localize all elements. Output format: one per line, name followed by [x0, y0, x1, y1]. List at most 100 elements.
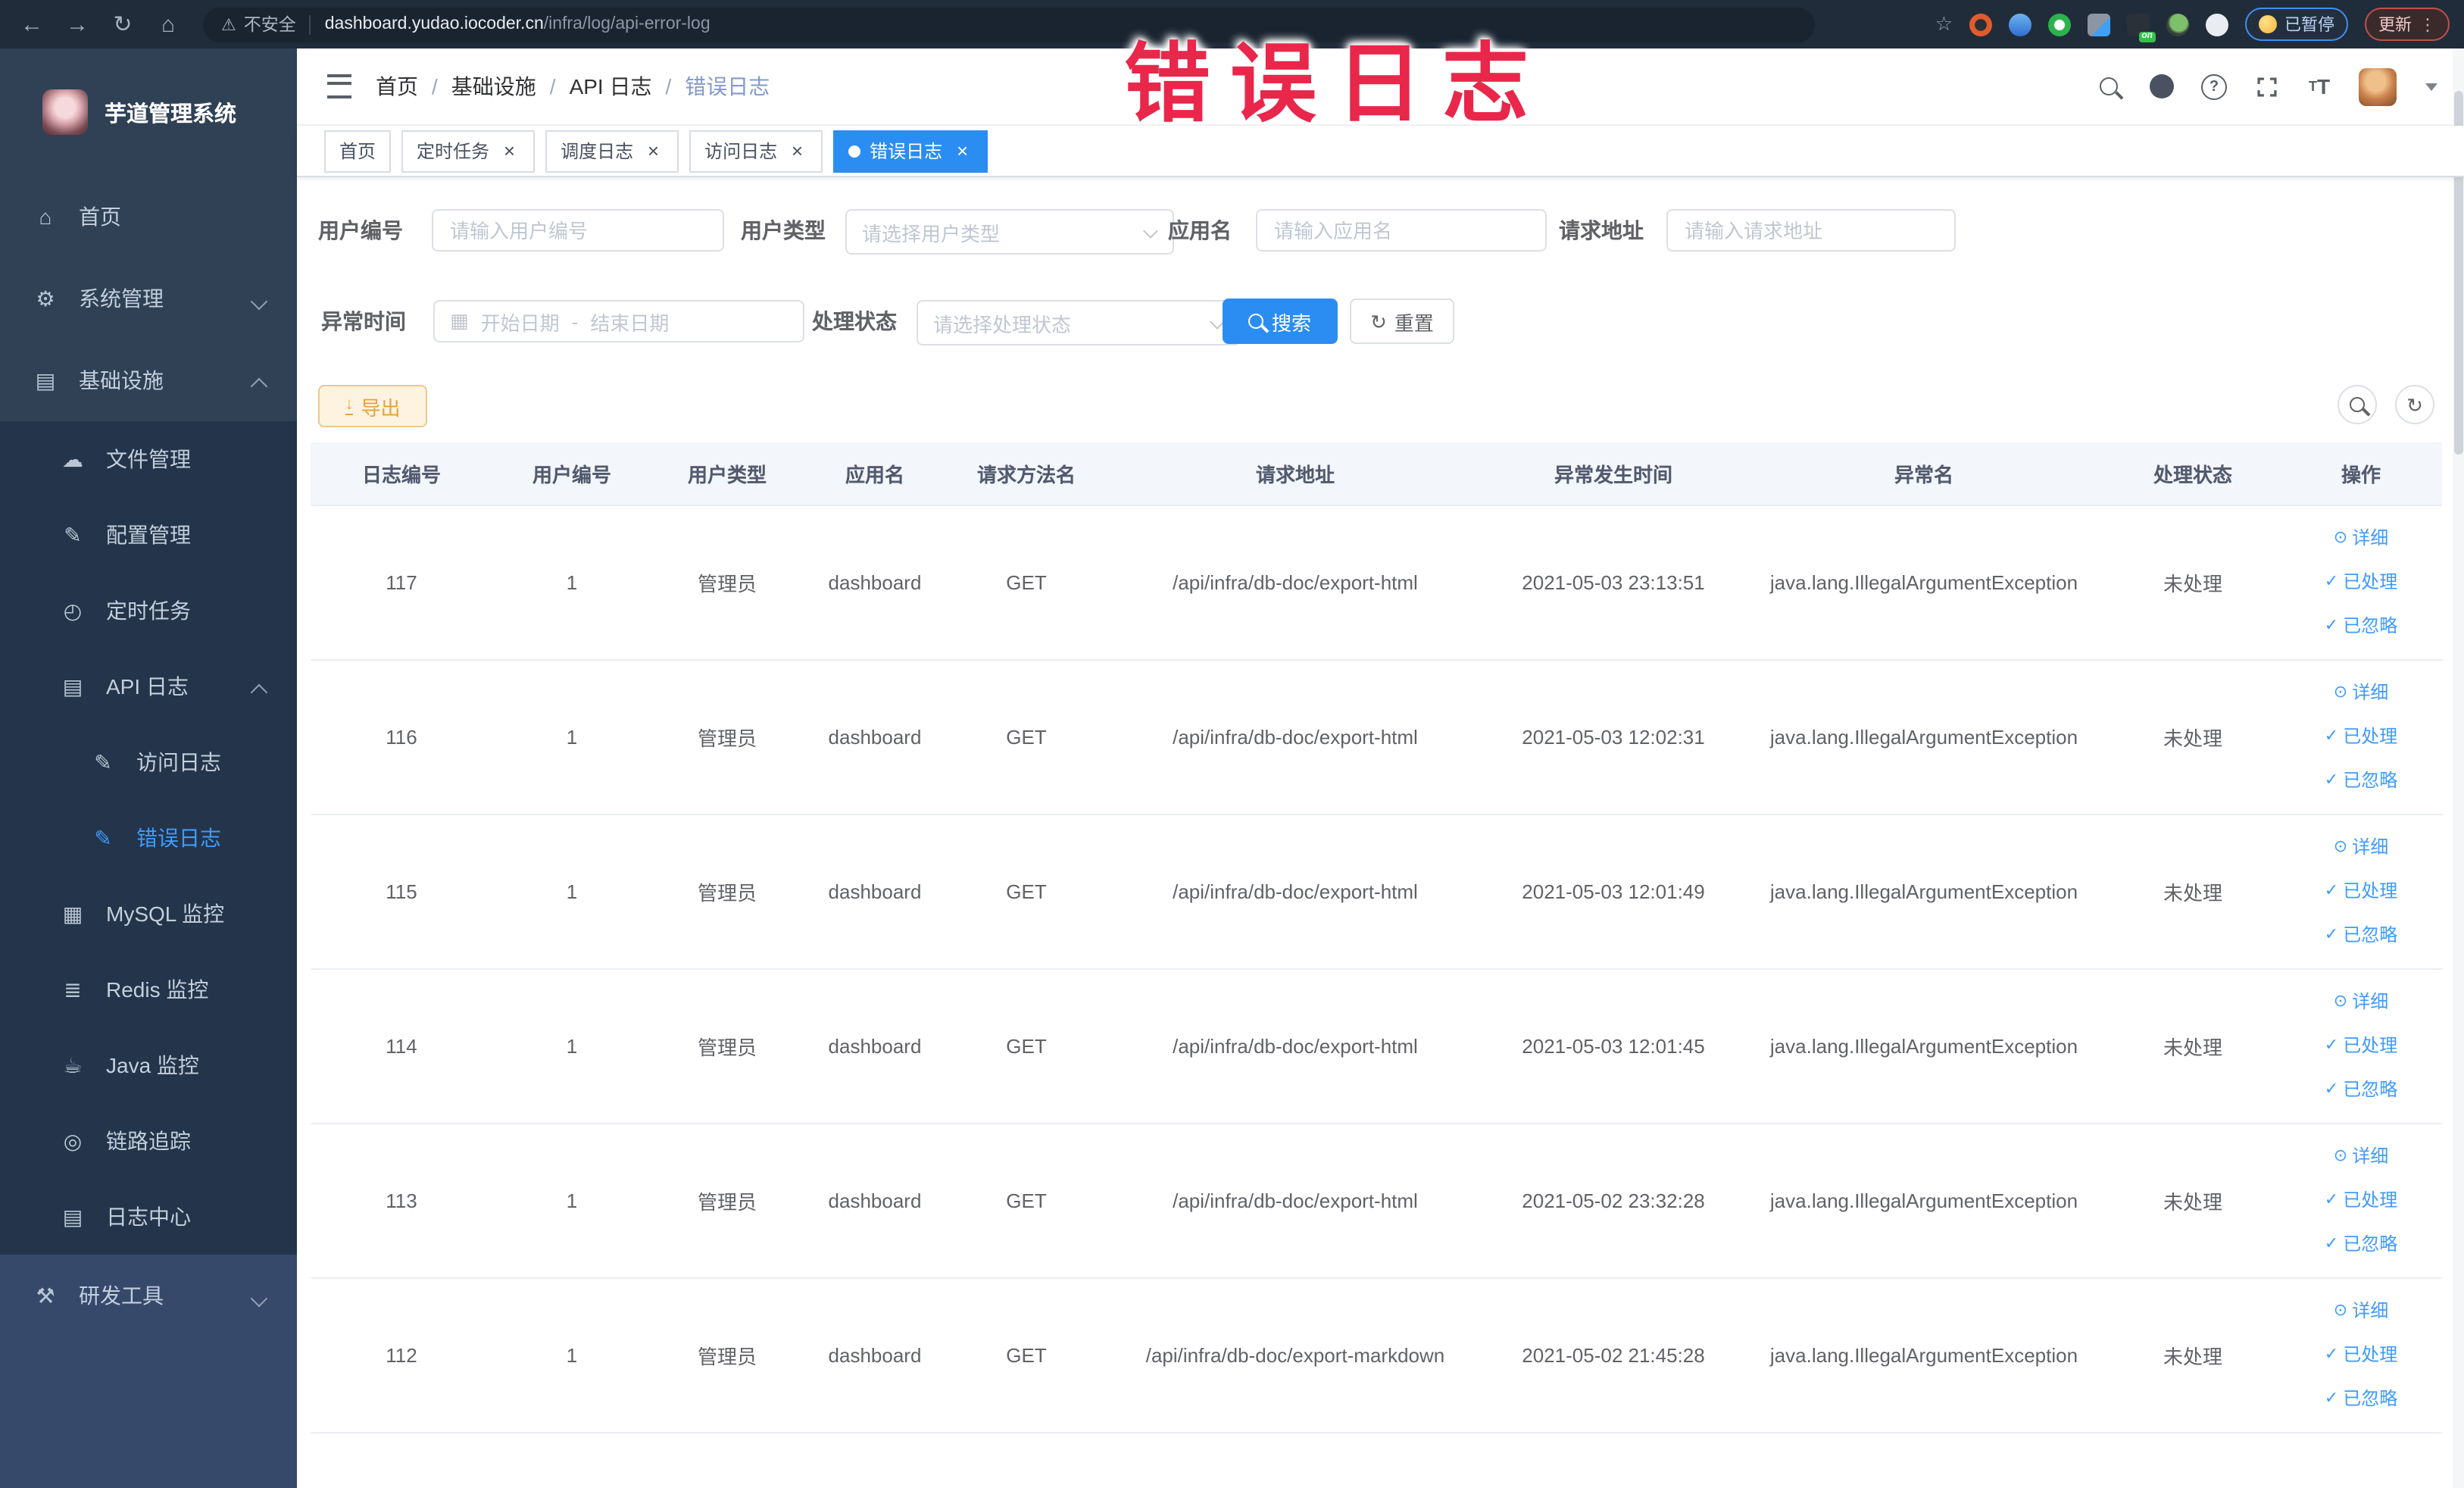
- ext-grid-icon[interactable]: [2088, 13, 2110, 36]
- ext-sprout-icon[interactable]: [2166, 13, 2189, 36]
- action-processed[interactable]: ✓ 已处理: [2325, 1333, 2397, 1377]
- tab-close-icon[interactable]: ×: [786, 141, 807, 161]
- action-processed[interactable]: ✓ 已处理: [2325, 1024, 2397, 1068]
- process-status-placeholder: 请选择处理状态: [933, 313, 1072, 336]
- ext-dark-icon[interactable]: on: [2127, 13, 2156, 42]
- sidebar-item-job[interactable]: ◴ 定时任务: [0, 573, 297, 649]
- bookmark-star-icon[interactable]: ☆: [1935, 12, 1953, 36]
- action-processed[interactable]: ✓ 已处理: [2325, 561, 2397, 605]
- user-id-input[interactable]: [432, 209, 724, 252]
- export-button[interactable]: ↓ 导出: [318, 385, 427, 427]
- address-bar[interactable]: ⚠ 不安全 dashboard.yudao.iocoder.cn/infra/l…: [203, 7, 1815, 42]
- breadcrumb-infra[interactable]: 基础设施: [451, 71, 536, 102]
- exception-time-range-picker[interactable]: ▦ 开始日期 - 结束日期: [433, 300, 804, 342]
- breadcrumb-api-log[interactable]: API 日志: [570, 71, 652, 102]
- ext-blue-shield-icon[interactable]: [2009, 13, 2031, 36]
- tab-label: 访问日志: [704, 141, 778, 162]
- sidebar-item-java[interactable]: ☕ Java 监控: [0, 1027, 297, 1103]
- help-icon[interactable]: ?: [2201, 73, 2227, 99]
- sidebar-item-system[interactable]: ⚙ 系统管理: [0, 258, 297, 339]
- tab-job-log[interactable]: 调度日志 ×: [545, 130, 679, 172]
- sidebar-item-redis[interactable]: ≣ Redis 监控: [0, 952, 297, 1027]
- action-ignored[interactable]: ✓ 已忽略: [2325, 1377, 2397, 1421]
- menu-item-label: 文件管理: [106, 447, 191, 471]
- ext-puzzle-icon[interactable]: [2206, 13, 2228, 36]
- ext-orange-icon[interactable]: [1969, 13, 1992, 36]
- tab-home[interactable]: 首页 ×: [324, 130, 392, 172]
- sidebar-item-tracing[interactable]: ◎ 链路追踪: [0, 1103, 297, 1179]
- action-ignored[interactable]: ✓ 已忽略: [2325, 1223, 2397, 1267]
- cell-process-status: 未处理: [2106, 1278, 2280, 1433]
- action-icon: ⊙: [2333, 993, 2348, 1011]
- action-detail[interactable]: ⊙ 详细: [2334, 1135, 2388, 1179]
- action-label: 已处理: [2343, 1344, 2398, 1365]
- home-icon[interactable]: ⌂: [145, 11, 191, 37]
- tab-close-icon[interactable]: ×: [642, 141, 664, 161]
- tab-job[interactable]: 定时任务 ×: [401, 130, 536, 172]
- tab-close-icon[interactable]: ×: [951, 141, 973, 161]
- sidebar-item-api-log[interactable]: ▤ API 日志: [0, 649, 297, 724]
- search-button[interactable]: 搜索: [1223, 299, 1338, 344]
- action-detail[interactable]: ⊙ 详细: [2334, 1289, 2388, 1333]
- sidebar-item-log-center[interactable]: ▤ 日志中心: [0, 1179, 297, 1255]
- reset-button-label: 重置: [1394, 311, 1434, 334]
- menu-item-label: 链路追踪: [106, 1129, 191, 1153]
- user-type-select[interactable]: 请选择用户类型: [845, 209, 1174, 255]
- app-name-label: 应用名: [1168, 218, 1232, 242]
- search-icon[interactable]: [2095, 73, 2122, 100]
- sidebar-item-mysql[interactable]: ▦ MySQL 监控: [0, 876, 297, 952]
- fullscreen-icon[interactable]: [2253, 73, 2280, 100]
- hamburger-icon[interactable]: [327, 74, 351, 98]
- update-browser-button[interactable]: 更新 ⋮: [2365, 8, 2450, 41]
- emoji-face-icon: [2259, 15, 2277, 33]
- action-label: 详细: [2352, 836, 2389, 858]
- sidebar-item-error-log[interactable]: ✎ 错误日志: [0, 800, 297, 876]
- toggle-search-button[interactable]: [2338, 385, 2377, 424]
- action-ignored[interactable]: ✓ 已忽略: [2325, 1068, 2397, 1112]
- breadcrumb-home[interactable]: 首页: [376, 71, 418, 102]
- action-detail[interactable]: ⊙ 详细: [2334, 517, 2388, 561]
- breadcrumb-separator: /: [432, 74, 438, 98]
- app-name-input[interactable]: [1256, 209, 1547, 252]
- action-detail[interactable]: ⊙ 详细: [2334, 671, 2388, 715]
- action-ignored[interactable]: ✓ 已忽略: [2325, 759, 2397, 803]
- sidebar-item-access-log[interactable]: ✎ 访问日志: [0, 724, 297, 800]
- forward-icon[interactable]: →: [55, 11, 100, 37]
- sidebar-item-files[interactable]: ☁ 文件管理: [0, 421, 297, 497]
- action-processed[interactable]: ✓ 已处理: [2325, 715, 2397, 759]
- tab-close-icon[interactable]: ×: [498, 141, 520, 161]
- menu-item-icon: ☁: [62, 446, 83, 470]
- app-logo-row[interactable]: 芋道管理系统: [0, 48, 297, 176]
- action-ignored[interactable]: ✓ 已忽略: [2325, 605, 2397, 649]
- browser-menu-icon[interactable]: ⋮: [2419, 14, 2436, 34]
- process-status-select[interactable]: 请选择处理状态: [917, 300, 1241, 345]
- action-processed[interactable]: ✓ 已处理: [2325, 1179, 2397, 1223]
- action-detail[interactable]: ⊙ 详细: [2334, 826, 2388, 870]
- back-icon[interactable]: ←: [9, 11, 55, 37]
- sidebar-item-infra[interactable]: ▤ 基础设施: [0, 339, 297, 421]
- sidebar-item-dev-tools[interactable]: ⚒ 研发工具: [0, 1255, 297, 1336]
- paused-extension-chip[interactable]: 已暂停: [2245, 8, 2348, 41]
- action-processed[interactable]: ✓ 已处理: [2325, 870, 2397, 914]
- font-size-icon[interactable]: TT: [2306, 73, 2333, 100]
- github-icon[interactable]: [2148, 73, 2175, 100]
- column-header: 用户类型: [651, 442, 803, 506]
- action-detail[interactable]: ⊙ 详细: [2334, 980, 2388, 1024]
- reload-icon[interactable]: ↻: [100, 11, 145, 38]
- reset-button[interactable]: ↻ 重置: [1350, 299, 1454, 344]
- menu-item-icon: ≣: [64, 977, 82, 1001]
- refresh-table-button[interactable]: ↻: [2395, 385, 2434, 424]
- cell-method: GET: [947, 505, 1106, 661]
- sidebar-item-home[interactable]: ⌂ 首页: [0, 176, 297, 258]
- cell-log-id: 112: [311, 1278, 492, 1433]
- tab-error-log[interactable]: 错误日志 ×: [833, 130, 988, 172]
- action-ignored[interactable]: ✓ 已忽略: [2325, 914, 2397, 958]
- tab-access-log[interactable]: 访问日志 ×: [689, 130, 823, 172]
- avatar[interactable]: [2359, 67, 2397, 105]
- menu-item-label: 访问日志: [136, 750, 221, 774]
- ext-green-circle-icon[interactable]: [2048, 13, 2071, 36]
- request-url-input[interactable]: [1666, 209, 1956, 252]
- user-menu-caret-icon[interactable]: [2425, 83, 2437, 90]
- sidebar-item-config[interactable]: ✎ 配置管理: [0, 497, 297, 573]
- breadcrumb-separator: /: [549, 74, 556, 98]
